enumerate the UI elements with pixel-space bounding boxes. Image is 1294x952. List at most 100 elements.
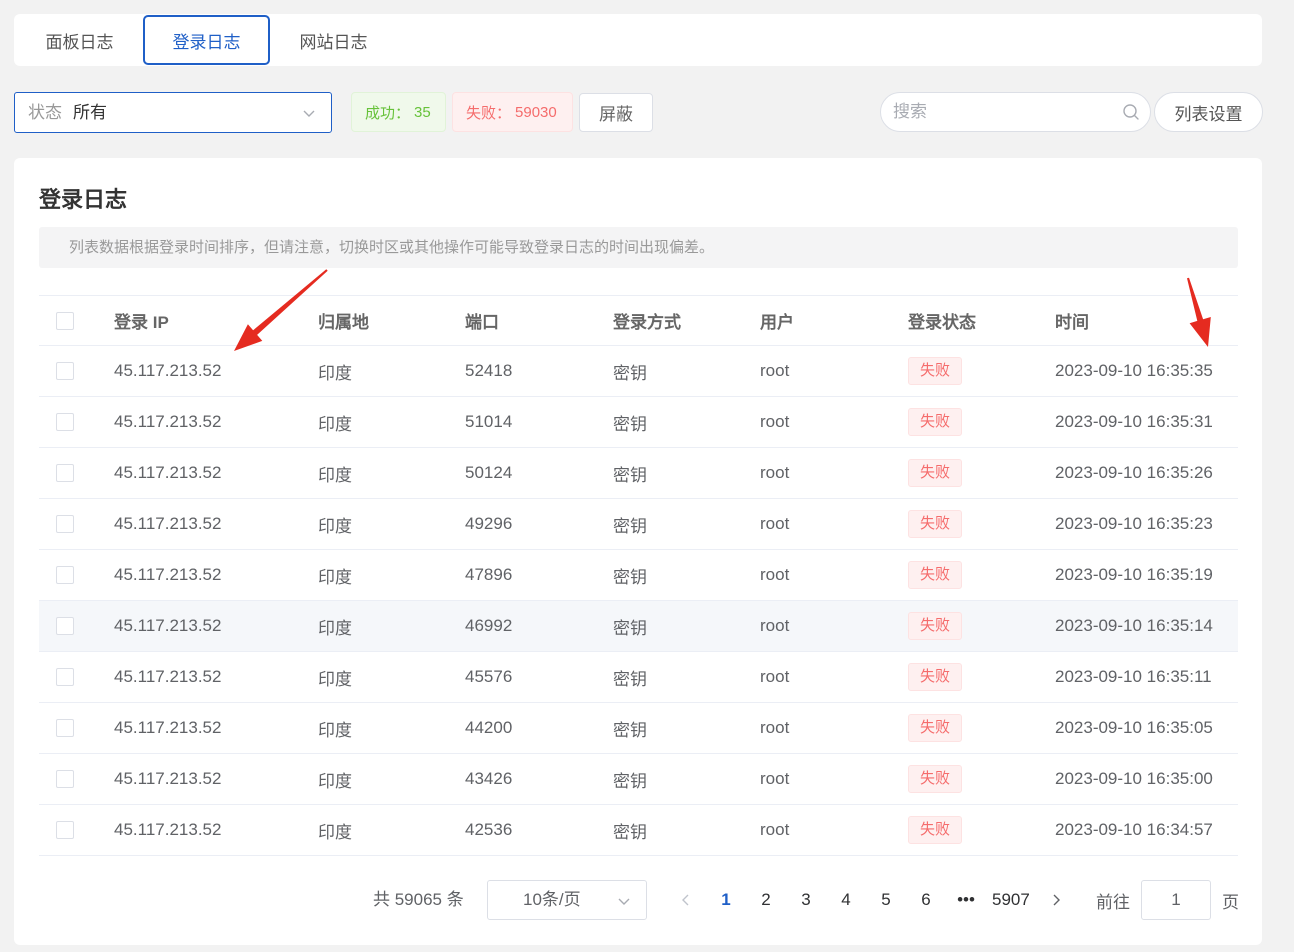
select-all-checkbox[interactable] — [56, 311, 74, 330]
page-number[interactable]: 5907 — [986, 880, 1036, 920]
page-number[interactable]: 3 — [786, 880, 826, 920]
table-row[interactable]: 45.117.213.52 印度 44200 密钥 root 失败 2023-09-10 1… — [39, 703, 1238, 754]
cell-user: root — [760, 361, 790, 380]
cell-location: 印度 — [318, 669, 352, 689]
cell-time: 2023-09-10 16:35:35 — [1055, 361, 1213, 380]
cell-ip: 45.117.213.52 — [114, 718, 222, 737]
cell-time: 2023-09-10 16:35:05 — [1055, 718, 1213, 737]
cell-ip: 45.117.213.52 — [114, 412, 222, 431]
table-body: 45.117.213.52 印度 52418 密钥 root 失败 2023-09-10 1… — [39, 346, 1238, 856]
page-number[interactable]: 2 — [746, 880, 786, 920]
table-row[interactable]: 45.117.213.52 印度 49296 密钥 root 失败 2023-09-10 1… — [39, 499, 1238, 550]
cell-time: 2023-09-10 16:34:57 — [1055, 820, 1213, 839]
cell-time: 2023-09-10 16:35:00 — [1055, 769, 1213, 788]
row-checkbox[interactable] — [56, 821, 74, 839]
cell-location: 印度 — [318, 567, 352, 587]
cell-port: 43426 — [465, 769, 513, 788]
cell-user: root — [760, 820, 790, 839]
cell-port: 45576 — [465, 667, 513, 686]
cell-user: root — [760, 667, 790, 686]
cell-port: 46992 — [465, 616, 513, 635]
header-time: 时间 — [1055, 313, 1089, 332]
page-size-select[interactable]: 10条/页 — [487, 880, 647, 920]
search-box — [880, 92, 1151, 132]
row-checkbox[interactable] — [56, 566, 74, 584]
row-checkbox[interactable] — [56, 413, 74, 431]
row-checkbox[interactable] — [56, 515, 74, 533]
chevron-down-icon — [303, 110, 315, 117]
table-row[interactable]: 45.117.213.52 印度 46992 密钥 root 失败 2023-09-10 1… — [39, 601, 1238, 652]
cell-time: 2023-09-10 16:35:23 — [1055, 514, 1213, 533]
header-method: 登录方式 — [613, 313, 681, 332]
cell-ip: 45.117.213.52 — [114, 361, 222, 380]
search-input[interactable] — [893, 93, 1113, 131]
table-row[interactable]: 45.117.213.52 印度 52418 密钥 root 失败 2023-09-10 1… — [39, 346, 1238, 397]
cell-port: 49296 — [465, 514, 513, 533]
page-jumper: 前往 页 — [1096, 880, 1239, 920]
cell-user: root — [760, 565, 790, 584]
fail-count-badge[interactable]: 失败： 59030 — [452, 92, 573, 132]
table-row[interactable]: 45.117.213.52 印度 51014 密钥 root 失败 2023-09-10 1… — [39, 397, 1238, 448]
cell-user: root — [760, 718, 790, 737]
page-number[interactable]: 1 — [706, 880, 746, 920]
row-checkbox[interactable] — [56, 362, 74, 380]
row-checkbox[interactable] — [56, 668, 74, 686]
cell-method: 密钥 — [613, 669, 647, 689]
cell-location: 印度 — [318, 516, 352, 536]
cell-location: 印度 — [318, 618, 352, 638]
page-list: 1 2 3 4 5 6 ••• 5907 — [706, 880, 1036, 920]
status-tag: 失败 — [908, 459, 963, 487]
cell-user: root — [760, 463, 790, 482]
status-tag: 失败 — [908, 714, 963, 742]
status-select[interactable]: 状态 所有 — [14, 92, 332, 133]
cell-user: root — [760, 769, 790, 788]
page-number[interactable]: 6 — [906, 880, 946, 920]
table-row[interactable]: 45.117.213.52 印度 45576 密钥 root 失败 2023-09-10 1… — [39, 652, 1238, 703]
list-settings-button[interactable]: 列表设置 — [1154, 92, 1263, 132]
table-row[interactable]: 45.117.213.52 印度 42536 密钥 root 失败 2023-09-10 1… — [39, 805, 1238, 856]
cell-location: 印度 — [318, 771, 352, 791]
tab-panel-log[interactable]: 面板日志 — [16, 15, 143, 65]
status-tag: 失败 — [908, 408, 963, 436]
chevron-left-icon — [682, 894, 689, 906]
status-tag: 失败 — [908, 510, 963, 538]
table-row[interactable]: 45.117.213.52 印度 50124 密钥 root 失败 2023-09-10 1… — [39, 448, 1238, 499]
table-row[interactable]: 45.117.213.52 印度 43426 密钥 root 失败 2023-09-10 1… — [39, 754, 1238, 805]
cell-method: 密钥 — [613, 567, 647, 587]
success-count-badge[interactable]: 成功： 35 — [351, 92, 446, 132]
goto-page-input[interactable] — [1141, 880, 1211, 920]
cell-user: root — [760, 514, 790, 533]
row-checkbox[interactable] — [56, 770, 74, 788]
cell-time: 2023-09-10 16:35:11 — [1055, 667, 1212, 686]
page-number[interactable]: ••• — [946, 880, 986, 920]
cell-ip: 45.117.213.52 — [114, 514, 222, 533]
login-log-table: 登录 IP 归属地 端口 登录方式 用户 登录状态 时间 45.117.213.… — [39, 295, 1238, 856]
cell-port: 42536 — [465, 820, 513, 839]
header-location: 归属地 — [318, 313, 369, 332]
panel-title: 登录日志 — [39, 187, 128, 212]
next-page-button[interactable] — [1036, 880, 1076, 920]
prev-page-button[interactable] — [666, 880, 706, 920]
cell-port: 47896 — [465, 565, 513, 584]
cell-ip: 45.117.213.52 — [114, 769, 222, 788]
page-number[interactable]: 5 — [866, 880, 906, 920]
status-select-label: 状态 — [28, 103, 62, 122]
row-checkbox[interactable] — [56, 719, 74, 737]
log-tabs: 面板日志 登录日志 网站日志 — [16, 15, 397, 65]
header-status: 登录状态 — [908, 313, 976, 332]
tab-site-log[interactable]: 网站日志 — [270, 15, 397, 65]
block-button[interactable]: 屏蔽 — [579, 93, 653, 132]
tab-login-log[interactable]: 登录日志 — [143, 15, 270, 65]
row-checkbox[interactable] — [56, 617, 74, 635]
cell-ip: 45.117.213.52 — [114, 565, 222, 584]
header-user: 用户 — [760, 313, 794, 332]
chevron-down-icon — [618, 898, 630, 905]
table-row[interactable]: 45.117.213.52 印度 47896 密钥 root 失败 2023-09-10 1… — [39, 550, 1238, 601]
status-tag: 失败 — [908, 357, 963, 385]
page-number[interactable]: 4 — [826, 880, 866, 920]
search-icon[interactable] — [1122, 103, 1140, 121]
header-ip[interactable]: 登录 IP — [114, 308, 318, 333]
cell-ip: 45.117.213.52 — [114, 667, 222, 686]
row-checkbox[interactable] — [56, 464, 74, 482]
cell-ip: 45.117.213.52 — [114, 616, 222, 635]
